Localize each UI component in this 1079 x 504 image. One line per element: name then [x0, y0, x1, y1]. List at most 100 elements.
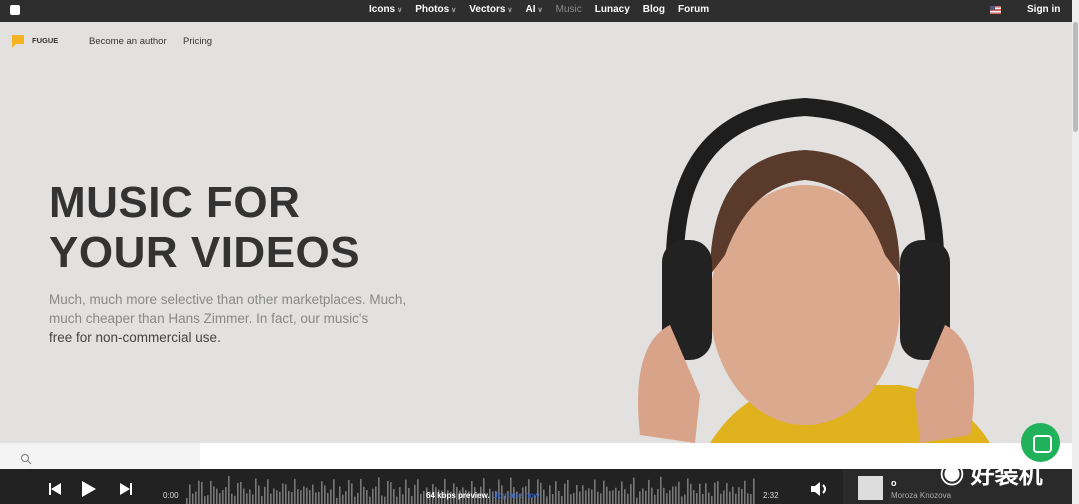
waveform-bar [750, 493, 752, 504]
waveform-bar [546, 496, 548, 504]
waveform-bar [741, 488, 743, 504]
waveform-bar [402, 494, 404, 504]
top-nav-bar: Icons ∨ Photos ∨ Vectors ∨ AI ∨ Music Lunacy Blog F… [0, 0, 1072, 22]
upgrade-link[interactable]: Upgrade now [492, 491, 540, 500]
waveform-bar [237, 482, 239, 504]
icons8-logo-icon[interactable] [10, 5, 20, 15]
search-box[interactable] [0, 443, 200, 469]
waveform-bar [630, 484, 632, 504]
waveform-bar [363, 486, 365, 504]
waveform-bar [261, 495, 263, 504]
waveform-bar [639, 491, 641, 504]
waveform-bar [573, 492, 575, 504]
waveform-bar [285, 484, 287, 504]
nav-item-ai[interactable]: AI ∨ [526, 4, 543, 15]
next-track-icon[interactable] [120, 483, 132, 495]
waveform-bar [282, 483, 284, 504]
waveform-bar [267, 479, 269, 504]
waveform-bar [747, 493, 749, 504]
waveform-bar [657, 488, 659, 504]
waveform-bar [645, 490, 647, 504]
waveform-bar [207, 495, 209, 504]
sign-in-link[interactable]: Sign in [1027, 4, 1060, 15]
waveform-bar [378, 477, 380, 504]
nav-label: Forum [678, 4, 710, 15]
track-artist[interactable]: Moroza Knozova [891, 491, 951, 500]
title-line-2: YOUR VIDEOS [49, 228, 361, 277]
nav-item-music[interactable]: Music [556, 4, 582, 15]
waveform-bar [318, 491, 320, 504]
waveform-bar [555, 481, 557, 504]
music-player: 0:00 64 kbps preview. Upgrade now 2:32 o… [0, 469, 1072, 504]
desc-text: Much, much more selective than other mar… [49, 292, 407, 326]
nav-item-photos[interactable]: Photos ∨ [415, 4, 456, 15]
waveform-bar [582, 485, 584, 504]
waveform-bar [567, 479, 569, 504]
waveform-bar [408, 488, 410, 504]
waveform-bar [417, 479, 419, 504]
waveform-bar [564, 483, 566, 504]
hero-photo-woman-headphones [638, 97, 990, 443]
waveform-bar [369, 496, 371, 504]
scrollbar[interactable] [1072, 0, 1079, 504]
nav-label: Vectors [469, 4, 506, 15]
fugue-logo-icon[interactable] [12, 35, 24, 48]
waveform-bar [360, 478, 362, 504]
waveform-bar [606, 486, 608, 504]
us-flag-icon[interactable] [990, 6, 1001, 14]
nav-item-blog[interactable]: Blog [643, 4, 665, 15]
nav-label: Lunacy [594, 4, 630, 15]
waveform-bar [699, 483, 701, 504]
play-icon[interactable] [82, 481, 96, 497]
chevron-down-icon: ∨ [451, 7, 457, 14]
waveform-bar [327, 493, 329, 504]
waveform-bar [321, 481, 323, 504]
waveform-bar [225, 487, 227, 504]
nav-item-lunacy[interactable]: Lunacy [595, 4, 630, 15]
waveform-bar [576, 485, 578, 504]
nav-item-icons[interactable]: Icons ∨ [369, 4, 402, 15]
waveform-bar [717, 481, 719, 504]
waveform-bar [642, 488, 644, 504]
title-line-1: MUSIC FOR [49, 178, 301, 227]
waveform-bar [249, 489, 251, 504]
main-nav: Icons ∨ Photos ∨ Vectors ∨ AI ∨ Music Lunacy Blog F… [369, 4, 709, 15]
brand-name[interactable]: FUGUE [32, 36, 58, 45]
nav-item-forum[interactable]: Forum [678, 4, 709, 15]
nav-label: Icons [369, 4, 396, 15]
waveform-bar [216, 488, 218, 504]
waveform-bar [618, 490, 620, 504]
pricing-link[interactable]: Pricing [183, 36, 212, 47]
waveform-bar [387, 480, 389, 504]
waveform-bar [396, 496, 398, 504]
volume-icon[interactable] [811, 481, 829, 497]
watermark-logo: ◉ 好装机 [940, 462, 1043, 489]
nav-label: AI [525, 4, 536, 15]
waveform-bar [189, 484, 191, 504]
waveform-bar [405, 479, 407, 504]
waveform-bar [726, 483, 728, 504]
previous-track-icon[interactable] [49, 483, 61, 495]
waveform-bar [585, 490, 587, 504]
waveform-bar [384, 496, 386, 504]
waveform-bar [375, 486, 377, 504]
waveform-bar [624, 489, 626, 504]
waveform-bar [690, 483, 692, 504]
waveform-bar [714, 482, 716, 504]
waveform-bar [252, 494, 254, 504]
nav-item-vectors[interactable]: Vectors ∨ [469, 4, 512, 15]
waveform-bar [294, 478, 296, 504]
waveform-bar [621, 481, 623, 504]
waveform-bar [336, 497, 338, 504]
desc-free-text: free for non-commercial use. [49, 330, 221, 345]
chat-button[interactable] [1021, 423, 1060, 462]
waveform-bar [219, 493, 221, 504]
scrollbar-thumb[interactable] [1073, 22, 1078, 132]
preview-text: 64 kbps preview. [426, 491, 490, 500]
waveform-bar [345, 491, 347, 504]
become-author-link[interactable]: Become an author [89, 36, 167, 47]
waveform-bar [666, 493, 668, 504]
waveform-bar [195, 491, 197, 504]
waveform-bar [339, 486, 341, 504]
waveform-bar [372, 488, 374, 504]
